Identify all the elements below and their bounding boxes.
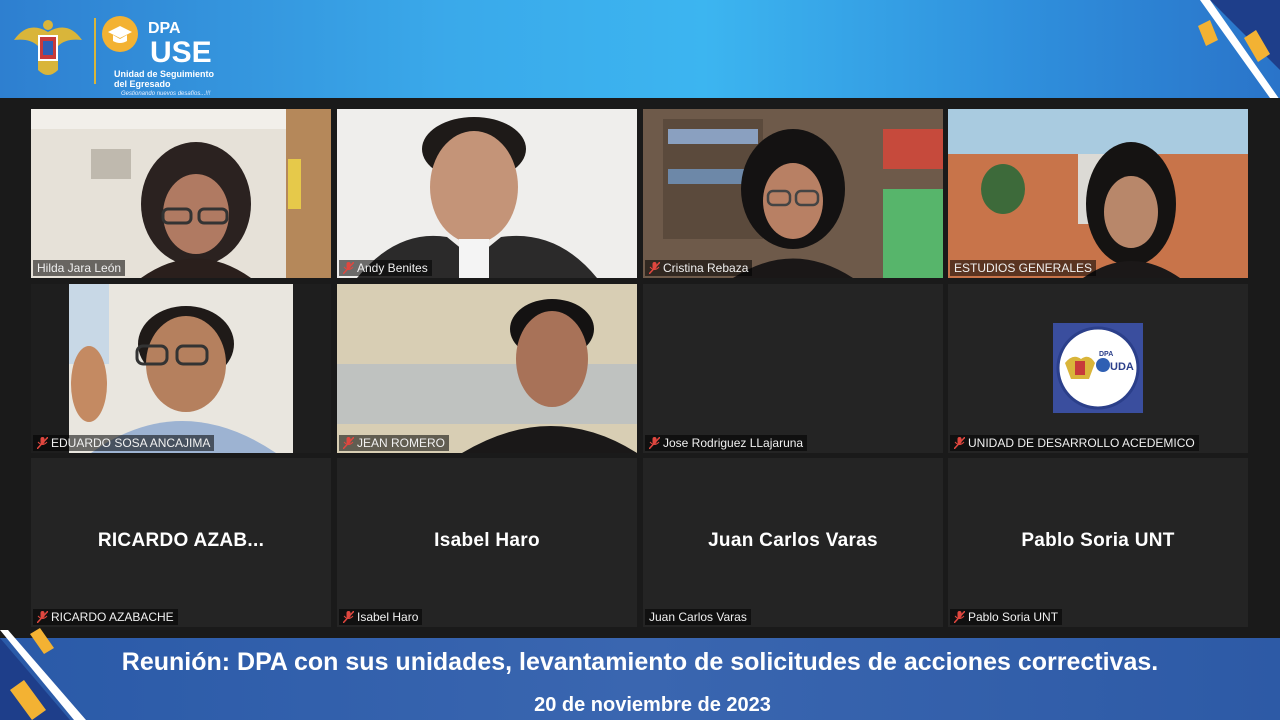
mic-muted-icon xyxy=(649,437,660,449)
participant-video xyxy=(643,109,943,278)
mic-muted-icon xyxy=(954,611,965,623)
participant-video xyxy=(31,284,331,453)
mic-muted-icon xyxy=(343,437,354,449)
participant-display-name: Juan Carlos Varas xyxy=(708,530,878,551)
uda-logo-icon: DPA UDA xyxy=(1056,326,1140,410)
participant-nameplate: Isabel Haro xyxy=(339,609,423,625)
participant-nameplate: Pablo Soria UNT xyxy=(950,609,1063,625)
video-grid: Hilda Jara León Andy Benites Cristina Re… xyxy=(0,98,1280,638)
mic-muted-icon xyxy=(954,437,965,449)
meeting-date: 20 de noviembre de 2023 xyxy=(534,694,771,716)
brand-subtitle: Unidad de Seguimiento del Egresado xyxy=(114,69,215,89)
eagle-crest-icon xyxy=(14,20,82,75)
participant-nameplate: UNIDAD DE DESARROLLO ACEDEMICO xyxy=(950,435,1199,451)
video-tile-isabel[interactable]: Isabel Haro Isabel Haro xyxy=(337,458,637,627)
header-banner: DPA USE Unidad de Seguimiento del Egresa… xyxy=(0,0,1280,98)
svg-text:DPA: DPA xyxy=(1099,351,1113,358)
brand-tagline: Gestionando nuevos desafíos...!!! xyxy=(121,91,211,97)
participant-nameplate: Andy Benites xyxy=(339,260,432,276)
participant-nameplate: Hilda Jara León xyxy=(33,260,126,276)
mic-muted-icon xyxy=(649,262,660,274)
participant-nameplate: Jose Rodriguez LLajaruna xyxy=(645,435,808,451)
graduation-cap-icon xyxy=(102,16,138,52)
mic-muted-icon xyxy=(37,437,48,449)
video-tile-pablo[interactable]: Pablo Soria UNT Pablo Soria UNT xyxy=(948,458,1248,627)
corner-decoration xyxy=(1198,0,1280,98)
institution-logo: DPA USE Unidad de Seguimiento del Egresa… xyxy=(8,10,238,97)
participant-nameplate: Cristina Rebaza xyxy=(645,260,753,276)
video-tile-cristina[interactable]: Cristina Rebaza xyxy=(643,109,943,278)
participant-display-name: Pablo Soria UNT xyxy=(1021,530,1175,551)
video-tile-juan-carlos[interactable]: Juan Carlos Varas Juan Carlos Varas xyxy=(643,458,943,627)
participant-nameplate: JEAN ROMERO xyxy=(339,435,450,451)
video-tile-jean[interactable]: JEAN ROMERO xyxy=(337,284,637,453)
video-tile-estudios-generales[interactable]: ESTUDIOS GENERALES xyxy=(948,109,1248,278)
participant-video xyxy=(31,109,331,278)
video-tile-hilda[interactable]: Hilda Jara León xyxy=(31,109,331,278)
participant-nameplate: EDUARDO SOSA ANCAJIMA xyxy=(33,435,215,451)
svg-text:UDA: UDA xyxy=(1110,361,1134,373)
meeting-title: Reunión: DPA con sus unidades, levantami… xyxy=(121,648,1159,676)
participant-nameplate: Juan Carlos Varas xyxy=(645,609,751,625)
participant-video xyxy=(337,109,637,278)
video-tile-andy[interactable]: Andy Benites xyxy=(337,109,637,278)
brand-use: USE xyxy=(150,36,212,69)
mic-muted-icon xyxy=(343,611,354,623)
participant-display-name: RICARDO AZAB... xyxy=(97,530,265,551)
participant-display-name: Isabel Haro xyxy=(434,530,540,551)
participant-video xyxy=(948,109,1248,278)
participant-video xyxy=(337,284,637,453)
mic-muted-icon xyxy=(343,262,354,274)
video-tile-uda[interactable]: DPA UDA UNIDAD DE DESARROLLO ACEDEMICO xyxy=(948,284,1248,453)
participant-nameplate: ESTUDIOS GENERALES xyxy=(950,260,1097,276)
participant-avatar: DPA UDA xyxy=(1053,323,1143,413)
video-tile-eduardo[interactable]: EDUARDO SOSA ANCAJIMA xyxy=(31,284,331,453)
video-tile-jose[interactable]: Jose Rodriguez LLajaruna xyxy=(643,284,943,453)
